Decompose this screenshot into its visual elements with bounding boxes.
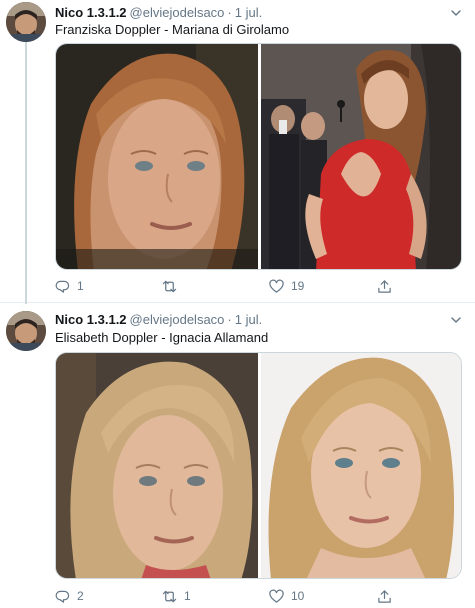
reply-count: 2 — [77, 589, 84, 603]
reply-icon — [55, 590, 70, 603]
tweet-media[interactable] — [55, 352, 462, 579]
tweet-date[interactable]: 1 jul. — [235, 312, 262, 327]
retweet-icon — [162, 280, 177, 292]
photo-right[interactable] — [261, 44, 461, 269]
tweet-media[interactable] — [55, 43, 462, 270]
like-count: 19 — [291, 279, 305, 293]
reply-count: 1 — [77, 279, 84, 293]
avatar[interactable] — [6, 311, 46, 351]
heart-icon — [269, 279, 284, 293]
photo-left[interactable] — [56, 353, 258, 578]
photo-left[interactable] — [56, 44, 258, 269]
tweet-text: Franziska Doppler - Mariana di Girolamo — [55, 22, 290, 37]
like-button[interactable]: 10 — [269, 586, 304, 606]
reply-button[interactable]: 2 — [55, 586, 84, 606]
tweet-actions: 1 19 — [55, 276, 455, 296]
reply-button[interactable]: 1 — [55, 276, 84, 296]
like-count: 10 — [291, 589, 305, 603]
like-button[interactable]: 19 — [269, 276, 304, 296]
tweet-text: Elisabeth Doppler - Ignacia Allamand — [55, 330, 269, 345]
display-name[interactable]: Nico 1.3.1.2 — [55, 312, 127, 327]
share-button[interactable] — [377, 586, 392, 606]
share-button[interactable] — [377, 276, 392, 296]
separator-dot: · — [227, 5, 232, 20]
chevron-down-icon[interactable] — [449, 6, 463, 20]
thread-connector-line — [25, 42, 27, 304]
share-icon — [378, 279, 391, 293]
display-name[interactable]: Nico 1.3.1.2 — [55, 5, 127, 20]
retweet-icon — [162, 590, 177, 602]
tweet-header: Nico 1.3.1.2 @elviejodelsaco · 1 jul. — [55, 312, 262, 327]
retweet-button[interactable]: 1 — [162, 586, 191, 606]
photo-right[interactable] — [261, 353, 461, 578]
tweet-actions: 2 1 10 — [55, 586, 455, 606]
reply-icon — [55, 280, 70, 293]
share-icon — [378, 589, 391, 603]
chevron-down-icon[interactable] — [449, 313, 463, 327]
retweet-count: 1 — [184, 589, 191, 603]
heart-icon — [269, 589, 284, 603]
retweet-button[interactable] — [162, 276, 184, 296]
tweet-header: Nico 1.3.1.2 @elviejodelsaco · 1 jul. — [55, 5, 262, 20]
separator-dot: · — [227, 312, 232, 327]
user-handle[interactable]: @elviejodelsaco — [130, 312, 225, 327]
tweet-date[interactable]: 1 jul. — [235, 5, 262, 20]
tweet[interactable]: Nico 1.3.1.2 @elviejodelsaco · 1 jul. Elisa… — [0, 303, 475, 608]
avatar[interactable] — [6, 2, 46, 42]
tweet[interactable]: Nico 1.3.1.2 @elviejodelsaco · 1 jul. Franz… — [0, 0, 475, 304]
user-handle[interactable]: @elviejodelsaco — [130, 5, 225, 20]
